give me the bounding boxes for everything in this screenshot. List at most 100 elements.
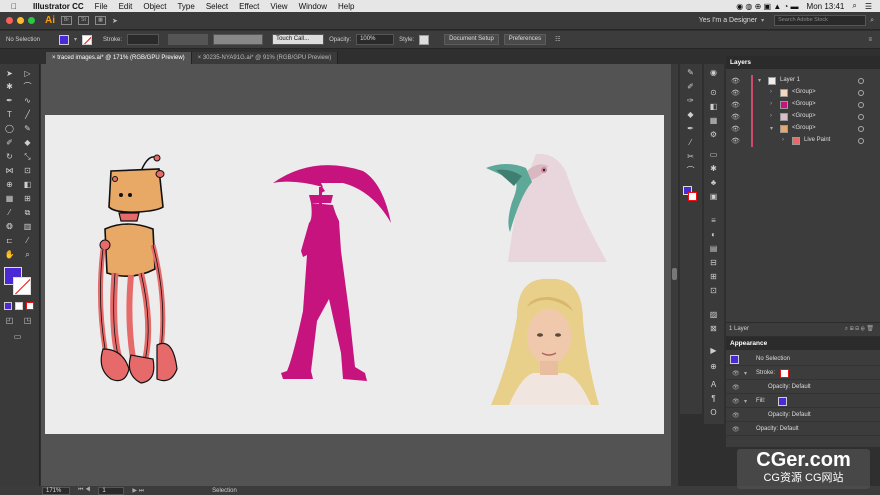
artboard-number-field[interactable]: 1: [98, 486, 125, 495]
eyedropper-tool-icon[interactable]: ⁄: [4, 207, 15, 218]
draw-inside-icon[interactable]: ◳: [22, 315, 33, 326]
links-icon[interactable]: ⊠: [708, 324, 719, 334]
chevron-down-icon[interactable]: ▾: [761, 17, 764, 24]
blob-brush-icon[interactable]: ✑: [685, 96, 696, 106]
panel-menu-icon[interactable]: ≡: [868, 37, 872, 43]
perspective-grid-icon[interactable]: ▦: [4, 193, 15, 204]
brush-select[interactable]: Touch Call...: [272, 34, 325, 45]
menu-view[interactable]: View: [270, 2, 287, 11]
visibility-eye-icon[interactable]: 👁: [731, 89, 740, 97]
width-tool-icon[interactable]: ⋈: [4, 165, 15, 176]
appearance-panel-title[interactable]: Appearance: [726, 337, 880, 350]
actions-icon[interactable]: ▶: [708, 346, 719, 356]
chevron-down-icon[interactable]: ▾: [74, 36, 77, 43]
stock-icon[interactable]: St: [78, 16, 89, 25]
smooth-tool-icon[interactable]: ✒: [685, 124, 696, 134]
dock-stroke-swatch[interactable]: [688, 192, 697, 201]
paintbrush-tool-icon[interactable]: ✎: [22, 123, 33, 134]
line-tool-icon[interactable]: ╱: [22, 109, 33, 120]
menu-help[interactable]: Help: [338, 2, 354, 11]
gradient-mode-icon[interactable]: [15, 302, 23, 310]
chevron-down-icon[interactable]: ▾: [770, 125, 773, 132]
transform-icon[interactable]: ⊡: [708, 286, 719, 296]
apple-icon[interactable]: : [11, 2, 17, 11]
color-guide-icon[interactable]: ◧: [708, 102, 719, 112]
pathfinder-icon[interactable]: ⊞: [708, 272, 719, 282]
knife-icon[interactable]: ⁄: [685, 138, 696, 148]
appearance-fill-opacity-row[interactable]: 👁 Opacity: Default: [726, 410, 880, 422]
eraser-tool-icon[interactable]: ◆: [22, 137, 33, 148]
menu-file[interactable]: File: [95, 2, 108, 11]
blend-tool-icon[interactable]: ⧉: [22, 207, 33, 218]
hand-tool-icon[interactable]: ✋: [4, 249, 15, 260]
mesh-tool-icon[interactable]: ⊞: [22, 193, 33, 204]
chevron-right-icon[interactable]: ›: [770, 89, 772, 95]
artboard[interactable]: [45, 115, 664, 434]
appearance-stroke-row[interactable]: 👁 ▾ Stroke:: [726, 368, 880, 380]
vertical-scrollbar[interactable]: [671, 64, 678, 486]
fill-label[interactable]: Fill:: [756, 398, 765, 404]
app-menu-name[interactable]: Illustrator CC: [33, 2, 84, 11]
search-icon[interactable]: ⌕: [852, 1, 856, 11]
layer-name[interactable]: <Group>: [792, 101, 816, 107]
layer-name[interactable]: Live Paint: [804, 137, 830, 143]
image-trace-icon[interactable]: ⚙: [708, 130, 719, 140]
umbrella-man-silhouette[interactable]: [273, 161, 393, 386]
artboards-icon[interactable]: ▣: [708, 192, 719, 202]
robot-illustration[interactable]: [97, 149, 187, 387]
target-icon[interactable]: [858, 126, 864, 132]
fill-swatch[interactable]: [778, 397, 787, 406]
target-icon[interactable]: [858, 78, 864, 84]
layer-row[interactable]: 👁 › <Group>: [726, 87, 880, 99]
search-icon[interactable]: ⌕: [870, 17, 874, 25]
visibility-eye-icon[interactable]: 👁: [732, 384, 740, 391]
symbol-sprayer-icon[interactable]: ❂: [4, 221, 15, 232]
direct-selection-tool-icon[interactable]: ▷: [22, 68, 33, 79]
magic-wand-tool-icon[interactable]: ✱: [4, 81, 15, 92]
stroke-weight-field[interactable]: [127, 34, 160, 45]
layer-row[interactable]: 👁 › Live Paint: [726, 135, 880, 147]
live-paint-bucket-icon[interactable]: ◧: [22, 179, 33, 190]
visibility-eye-icon[interactable]: 👁: [731, 125, 740, 133]
seagull-photo[interactable]: [486, 152, 607, 263]
ellipse-tool-icon[interactable]: ◯: [4, 123, 15, 134]
lasso-tool-icon[interactable]: ⌒: [22, 81, 33, 92]
pen-tool-icon[interactable]: ✒: [4, 95, 15, 106]
rotate-tool-icon[interactable]: ↻: [4, 151, 15, 162]
type-tool-icon[interactable]: T: [4, 109, 15, 120]
fill-opacity[interactable]: Opacity: Default: [768, 412, 811, 418]
visibility-eye-icon[interactable]: 👁: [732, 398, 740, 405]
target-icon[interactable]: [858, 138, 864, 144]
clock[interactable]: Mon 13:41: [807, 2, 845, 11]
current-tool-status[interactable]: Selection: [212, 488, 237, 494]
menu-type[interactable]: Type: [177, 2, 194, 11]
selection-tool-icon[interactable]: ➤: [4, 68, 15, 79]
menu-edit[interactable]: Edit: [119, 2, 133, 11]
tab-30235-nya91g[interactable]: × 30235-NYA91G.ai* @ 91% (RGB/GPU Previe…: [191, 52, 339, 64]
stroke-color-box[interactable]: [13, 277, 31, 295]
shaper-tool-icon[interactable]: ✐: [4, 137, 15, 148]
gpu-performance-icon[interactable]: ➤: [112, 17, 118, 25]
screen-mode-icon[interactable]: ▭: [12, 331, 23, 342]
symbols-icon[interactable]: ♣: [708, 178, 719, 188]
shape-builder-tool-icon[interactable]: ⊕: [4, 179, 15, 190]
variable-width-profile[interactable]: [168, 34, 209, 45]
appearance-stroke-opacity-row[interactable]: 👁 Opacity: Default: [726, 382, 880, 394]
opentype-icon[interactable]: O: [708, 408, 719, 418]
scroll-thumb[interactable]: [672, 268, 677, 280]
visibility-eye-icon[interactable]: 👁: [731, 101, 740, 109]
close-icon[interactable]: ×: [198, 55, 202, 61]
lasso-icon[interactable]: ⌒: [685, 166, 696, 176]
chevron-down-icon[interactable]: ▾: [744, 398, 747, 405]
opacity-label[interactable]: Opacity:: [329, 37, 351, 43]
stroke-none-swatch[interactable]: [82, 34, 93, 45]
brush-icon[interactable]: ✐: [685, 82, 696, 92]
layer-name[interactable]: <Group>: [792, 89, 816, 95]
arrange-icon[interactable]: ☷: [555, 36, 560, 43]
color-mode-icon[interactable]: [4, 302, 12, 310]
character-icon[interactable]: A: [708, 380, 719, 390]
none-mode-icon[interactable]: [26, 302, 34, 310]
appearance-fill-row[interactable]: 👁 ▾ Fill:: [726, 396, 880, 408]
draw-mode-icon[interactable]: ◰: [4, 315, 15, 326]
menu-window[interactable]: Window: [299, 2, 327, 11]
